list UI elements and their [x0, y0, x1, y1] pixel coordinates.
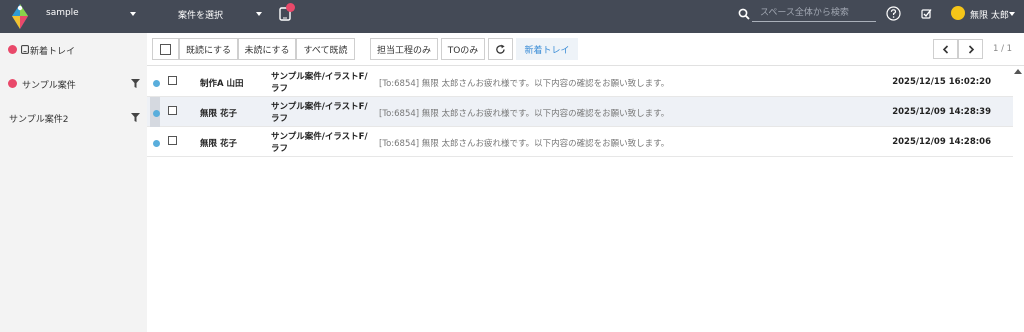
- mark-all-read-button[interactable]: すべて既読: [296, 38, 355, 60]
- inbox-unread-dot: [8, 45, 17, 54]
- previous-page-button[interactable]: [933, 39, 958, 59]
- subject-line: ラフ: [271, 114, 289, 124]
- select-all-checkbox-box[interactable]: [160, 43, 171, 55]
- next-page-button[interactable]: [958, 39, 983, 59]
- message-preview: [To:6854] 無限 太郎さんお疲れ様です。以下内容の確認をお願い致します。: [379, 139, 670, 149]
- select-all-checkbox[interactable]: [152, 38, 179, 60]
- refresh-button[interactable]: [488, 38, 513, 60]
- project-select[interactable]: 案件を選択: [178, 8, 223, 21]
- workspace-select[interactable]: sample: [46, 8, 79, 18]
- user-avatar[interactable]: [951, 6, 965, 20]
- sidebar-item-inbox[interactable]: 新着トレイ: [0, 33, 147, 67]
- message-subject: サンプル案件/イラストF/ ラフ: [271, 131, 371, 155]
- filter-icon[interactable]: [131, 113, 140, 122]
- chevron-right-icon: [968, 44, 974, 54]
- sidebar-item-label: サンプル案件2: [9, 115, 69, 125]
- notification-badge: [286, 3, 295, 12]
- row-checkbox[interactable]: [168, 76, 177, 85]
- app-logo[interactable]: [10, 3, 30, 30]
- help-icon[interactable]: [886, 6, 901, 21]
- message-date: 2025/12/15 16:02:20: [892, 77, 991, 87]
- row-checkbox[interactable]: [168, 136, 177, 145]
- assigned-only-button[interactable]: 担当工程のみ: [370, 38, 438, 60]
- sidebar: 新着トレイ サンプル案件 サンプル案件2: [0, 33, 147, 332]
- message-date: 2025/12/09 14:28:39: [892, 107, 991, 117]
- sidebar-item-sample-project-2[interactable]: サンプル案件2: [0, 101, 147, 135]
- user-menu-caret-icon[interactable]: [1009, 12, 1015, 16]
- message-subject: サンプル案件/イラストF/ ラフ: [271, 71, 371, 95]
- message-sender: 無限 花子: [200, 139, 237, 149]
- message-date: 2025/12/09 14:28:06: [892, 137, 991, 147]
- table-row[interactable]: 制作A 山田 サンプル案件/イラストF/ ラフ [To:6854] 無限 太郎さ…: [147, 67, 1013, 97]
- inbox-tray-icon: [21, 45, 29, 54]
- unread-dot: [153, 110, 160, 117]
- page-count: 1 / 1: [993, 44, 1013, 54]
- tab-inbox[interactable]: 新着トレイ: [516, 38, 578, 60]
- to-only-button[interactable]: TOのみ: [441, 38, 485, 60]
- subject-line: サンプル案件/イラストF/: [271, 102, 368, 112]
- project-caret-icon[interactable]: [256, 12, 262, 16]
- search-icon[interactable]: [738, 8, 750, 20]
- message-preview: [To:6854] 無限 太郎さんお疲れ様です。以下内容の確認をお願い致します。: [379, 79, 670, 89]
- chevron-left-icon: [942, 44, 948, 54]
- sidebar-item-label: 新着トレイ: [30, 47, 76, 57]
- unread-dot: [153, 140, 160, 147]
- unread-dot: [153, 80, 160, 87]
- subject-line: サンプル案件/イラストF/: [271, 132, 368, 142]
- subject-line: ラフ: [271, 84, 289, 94]
- table-row[interactable]: 無限 花子 サンプル案件/イラストF/ ラフ [To:6854] 無限 太郎さん…: [147, 97, 1013, 127]
- message-sender: 制作A 山田: [200, 79, 244, 89]
- mark-read-button[interactable]: 既読にする: [179, 38, 238, 60]
- global-search-input[interactable]: [752, 4, 876, 22]
- top-navigation-bar: sample 案件を選択 無限 太郎: [0, 0, 1024, 33]
- row-checkbox[interactable]: [168, 106, 177, 115]
- message-toolbar: 既読にする 未読にする すべて既読 担当工程のみ TOのみ 新着トレイ 1 / …: [147, 33, 1024, 66]
- user-name[interactable]: 無限 太郎: [970, 8, 1009, 21]
- filter-icon[interactable]: [131, 79, 140, 88]
- sidebar-item-sample-project[interactable]: サンプル案件: [0, 67, 147, 101]
- workspace-caret-icon[interactable]: [130, 12, 136, 16]
- subject-line: ラフ: [271, 144, 289, 154]
- task-check-icon[interactable]: [921, 8, 932, 19]
- table-row[interactable]: 無限 花子 サンプル案件/イラストF/ ラフ [To:6854] 無限 太郎さん…: [147, 127, 1013, 157]
- refresh-icon: [496, 44, 505, 54]
- message-sender: 無限 花子: [200, 109, 237, 119]
- message-preview: [To:6854] 無限 太郎さんお疲れ様です。以下内容の確認をお願い致します。: [379, 109, 670, 119]
- message-subject: サンプル案件/イラストF/ ラフ: [271, 101, 371, 125]
- project-unread-dot: [8, 79, 17, 88]
- scroll-up-arrow-icon[interactable]: [1014, 69, 1022, 74]
- sidebar-item-label: サンプル案件: [22, 81, 76, 91]
- subject-line: サンプル案件/イラストF/: [271, 72, 368, 82]
- mark-unread-button[interactable]: 未読にする: [238, 38, 296, 60]
